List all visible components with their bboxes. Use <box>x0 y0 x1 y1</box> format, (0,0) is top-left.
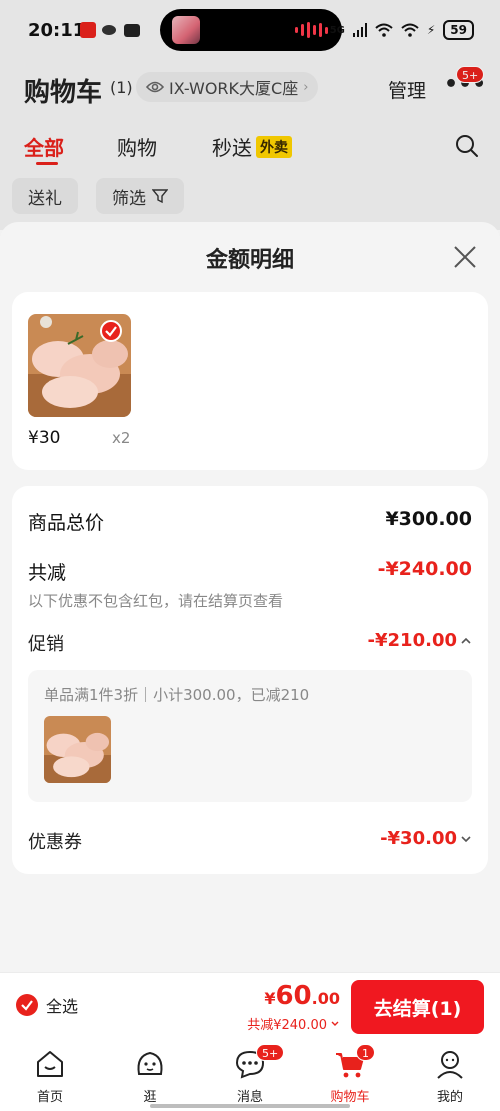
product-image[interactable] <box>28 314 131 417</box>
cart-badge: 1 <box>356 1044 375 1061</box>
home-icon <box>37 1051 63 1077</box>
tab-cart-label: 购物车 <box>330 1090 370 1105</box>
messages-badge: 5+ <box>256 1044 285 1061</box>
discount-summary-text: 共减¥240.00 <box>247 1018 327 1033</box>
person-icon <box>437 1051 463 1079</box>
chevron-down-icon <box>331 1021 339 1026</box>
promotion-detail-box: 单品满1件3折｜小计300.00，已减210 <box>28 670 472 802</box>
tab-explore-label: 逛 <box>143 1090 157 1105</box>
total-price-row: 商品总价 ¥300.00 <box>28 508 472 536</box>
total-price-label: 商品总价 <box>28 512 105 534</box>
total-discount-row: 共减 -¥240.00 以下优惠不包含红包，请在结算页查看 <box>28 558 472 612</box>
price-breakdown-card: 商品总价 ¥300.00 共减 -¥240.00 以下优惠不包含红包，请在结算页… <box>12 486 488 874</box>
tab-profile[interactable]: 我的 <box>410 1048 490 1105</box>
overlay-scrim[interactable] <box>0 0 500 230</box>
tab-explore[interactable]: 逛 <box>110 1048 190 1105</box>
discount-note: 以下优惠不包含红包，请在结算页查看 <box>28 592 284 610</box>
chicken-leg-thumb <box>44 716 111 783</box>
tab-profile-label: 我的 <box>436 1090 463 1105</box>
promotion-detail-text: 单品满1件3折｜小计300.00，已减210 <box>44 686 310 704</box>
face-icon <box>137 1051 163 1075</box>
total-discount-label: 共减 <box>28 562 67 584</box>
chevron-down-icon <box>461 835 471 842</box>
tab-home[interactable]: 首页 <box>10 1048 90 1105</box>
background-page: 20:11 5G ⚡ 59 购物车 (1) IX-WORK大厦C座 › 管理 •… <box>0 0 500 230</box>
tab-messages[interactable]: 消息 5+ <box>210 1044 290 1105</box>
total-discount-value: -¥240.00 <box>377 558 472 580</box>
promotion-product-image <box>44 716 111 783</box>
total-integer: 60 <box>275 981 312 1011</box>
checkout-button[interactable]: 去结算(1) <box>351 980 484 1034</box>
total-amount-value: ¥60.00 <box>247 981 340 1014</box>
currency-symbol: ¥ <box>264 989 276 1008</box>
coupon-value: -¥30.00 <box>380 828 472 849</box>
coupon-amount: -¥30.00 <box>380 828 457 849</box>
select-all-toggle[interactable]: 全选 <box>16 993 78 1017</box>
tab-cart[interactable]: 购物车 1 <box>310 1044 390 1105</box>
product-price: ¥30 <box>28 428 61 448</box>
promotion-amount: -¥210.00 <box>367 630 457 651</box>
product-card: ¥30 x2 <box>12 292 488 470</box>
promotion-value: -¥210.00 <box>368 630 472 651</box>
bottom-tab-bar: 首页 逛 消息 5+ 购物车 1 我的 <box>0 1040 500 1111</box>
checkout-bar: 全选 ¥60.00 共减¥240.00 去结算(1) <box>0 972 500 1040</box>
sheet-title: 金额明细 <box>205 248 294 273</box>
total-amount[interactable]: ¥60.00 共减¥240.00 <box>247 981 340 1033</box>
tab-home-label: 首页 <box>36 1090 63 1105</box>
close-icon[interactable] <box>452 244 478 270</box>
total-price-value: ¥300.00 <box>385 508 472 530</box>
select-all-label: 全选 <box>46 997 79 1016</box>
tab-messages-label: 消息 <box>236 1090 263 1105</box>
product-quantity: x2 <box>112 429 131 447</box>
coupon-row[interactable]: 优惠券 -¥30.00 <box>28 828 472 854</box>
promotion-label: 促销 <box>28 634 64 655</box>
total-discount-summary: 共减¥240.00 <box>247 1014 340 1033</box>
coupon-label: 优惠券 <box>28 832 82 853</box>
chevron-up-icon <box>461 637 471 644</box>
selected-check-icon <box>100 320 122 342</box>
total-decimal: .00 <box>311 989 340 1008</box>
promotion-row[interactable]: 促销 -¥210.00 <box>28 630 472 656</box>
select-all-check-icon <box>16 994 38 1016</box>
home-indicator[interactable] <box>150 1104 350 1108</box>
